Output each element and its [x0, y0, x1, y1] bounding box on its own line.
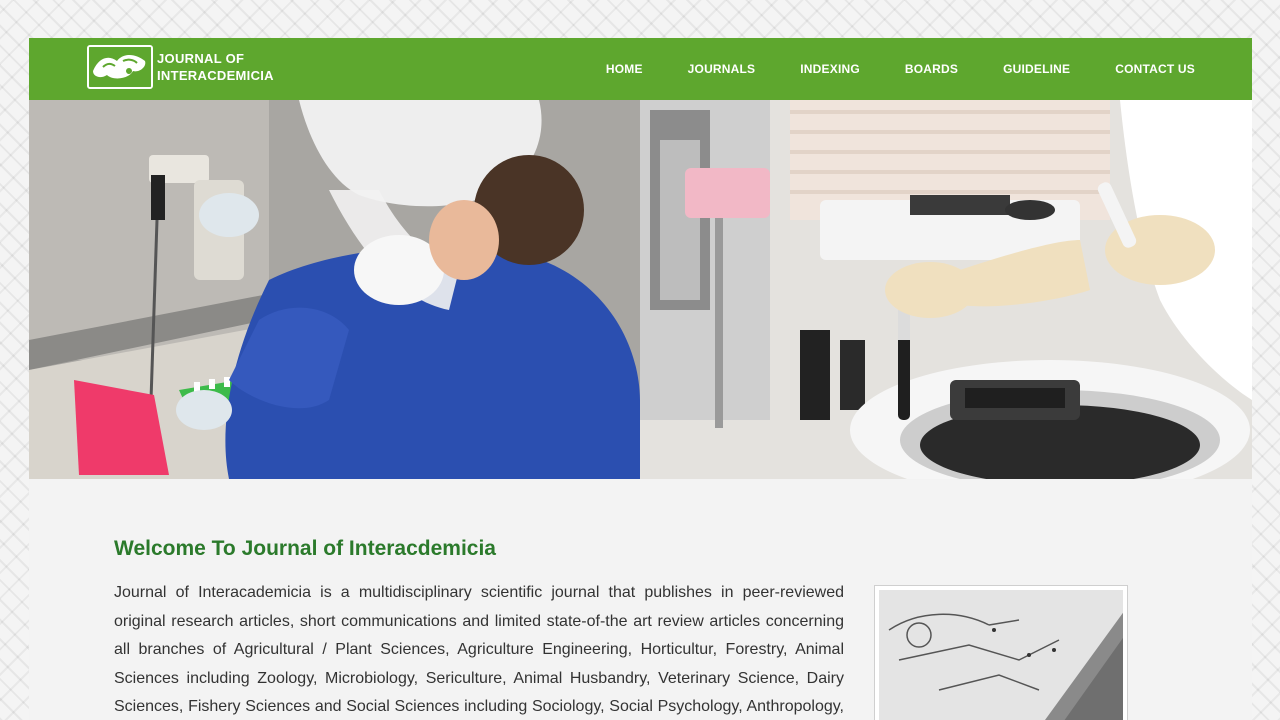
- hero-image-lab-equipment: [640, 100, 1252, 479]
- nav-contact-us[interactable]: CONTACT US: [1115, 62, 1195, 76]
- main-nav: HOME JOURNALS INDEXING BOARDS GUIDELINE …: [561, 38, 1195, 100]
- nav-indexing[interactable]: INDEXING: [800, 62, 860, 76]
- logo-line-2: INTERACDEMICIA: [157, 68, 274, 83]
- logo-icon: [87, 45, 153, 89]
- hero-image-lab-scientist: [29, 100, 640, 479]
- page-title: Welcome To Journal of Interacdemicia: [114, 537, 496, 560]
- intro-paragraph: Journal of Interacademicia is a multidis…: [114, 584, 844, 715]
- site-container: JOURNAL OF INTERACDEMICIA HOME JOURNALS …: [29, 38, 1252, 720]
- nav-home[interactable]: HOME: [606, 62, 643, 76]
- side-image-frame: [874, 585, 1128, 720]
- logo-text: JOURNAL OF INTERACDEMICIA: [157, 50, 274, 84]
- hero-banner: [29, 100, 1252, 479]
- nav-journals[interactable]: JOURNALS: [688, 62, 756, 76]
- nav-boards[interactable]: BOARDS: [905, 62, 958, 76]
- site-logo[interactable]: JOURNAL OF INTERACDEMICIA: [87, 45, 274, 89]
- site-header: JOURNAL OF INTERACDEMICIA HOME JOURNALS …: [29, 38, 1252, 100]
- logo-line-1: JOURNAL OF: [157, 51, 245, 66]
- nav-guideline[interactable]: GUIDELINE: [1003, 62, 1070, 76]
- side-image-chart-paper: [879, 590, 1123, 720]
